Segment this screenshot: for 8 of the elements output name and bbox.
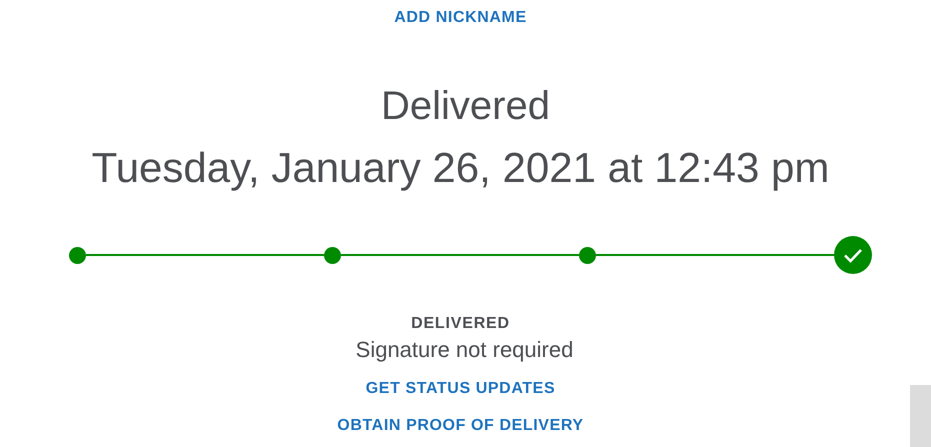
scrollbar[interactable] (910, 385, 931, 447)
action-link[interactable]: GET STATUS UPDATES (366, 380, 556, 398)
action-link[interactable]: OBTAIN PROOF OF DELIVERY (337, 417, 584, 435)
status-label: DELIVERED (411, 315, 510, 333)
delivery-date: Tuesday, January 26, 2021 at 12:43 pm (92, 143, 830, 193)
signature-note: Signature not required (356, 337, 574, 363)
add-nickname-link[interactable]: ADD NICKNAME (394, 9, 527, 27)
status-title: Delivered (381, 83, 550, 130)
